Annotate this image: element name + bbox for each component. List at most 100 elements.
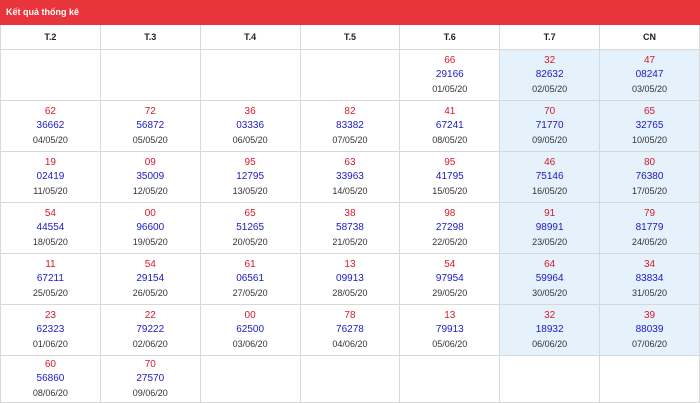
day-cell: 66 29166 01/05/20 [399,49,501,101]
empty-day-cell [299,355,401,403]
day-date: 02/05/20 [532,84,568,94]
day-date: 05/06/20 [432,339,468,349]
day-special-value: 95 [444,157,456,168]
day-special-value: 47 [643,55,656,66]
day-cell: 54 29154 26/05/20 [99,253,201,305]
weekday-header-row: T.2 T.3 T.4 T.5 T.6 T.7 CN [0,25,700,50]
day-date: 01/05/20 [432,84,468,94]
day-cell: 32 18932 06/06/20 [499,304,601,356]
day-result-number: 98991 [535,222,564,233]
day-date: 27/05/20 [232,288,268,298]
day-result-number: 56872 [136,120,165,131]
day-special-value: 23 [44,310,56,321]
day-result-number: 33963 [336,171,364,182]
day-date: 26/05/20 [132,288,168,298]
day-cell: 46 75146 16/05/20 [499,151,601,203]
day-special-value: 22 [144,310,156,321]
col-header-mon: T.2 [0,25,101,50]
day-date: 29/05/20 [432,288,468,298]
day-cell: 39 88039 07/06/20 [599,304,700,356]
day-cell: 78 76278 04/06/20 [299,304,401,356]
day-date: 06/05/20 [232,135,268,145]
day-cell: 38 58738 21/05/20 [299,202,401,254]
day-result-number: 06561 [236,273,265,284]
calendar-week-row: 62 36662 04/05/20 72 56872 05/05/20 36 03336 06/… [0,100,700,152]
empty-day-cell [499,355,601,403]
day-result-number: 62500 [236,324,265,335]
day-date: 16/05/20 [532,186,568,196]
day-special-value: 98 [444,208,456,219]
day-special-value: 65 [643,106,656,117]
stats-header-title: Kết quả thống kê [0,0,700,25]
day-cell: 72 56872 05/05/20 [99,100,201,152]
day-date: 13/05/20 [232,186,268,196]
calendar-week-row: 23 62323 01/06/20 22 79222 02/06/20 00 62500 03/… [0,304,700,356]
day-result-number: 35009 [136,171,165,182]
day-cell: 79 81779 24/05/20 [599,202,700,254]
day-date: 03/05/20 [632,84,668,94]
day-special-value: 13 [344,259,356,270]
day-date: 06/06/20 [532,339,568,349]
day-special-value: 78 [344,310,356,321]
day-result-number: 12795 [236,171,265,182]
day-cell: 09 35009 12/05/20 [99,151,201,203]
day-cell: 95 12795 13/05/20 [199,151,301,203]
col-header-wed: T.4 [199,25,301,50]
day-special-value: 34 [643,259,656,270]
day-cell: 47 08247 03/05/20 [599,49,700,101]
day-cell: 62 36662 04/05/20 [0,100,101,152]
calendar-week-row: 19 02419 11/05/20 09 35009 12/05/20 95 12795 13/… [0,151,700,203]
day-date: 18/05/20 [32,237,68,247]
day-result-number: 51265 [236,222,265,233]
day-result-number: 96600 [136,222,165,233]
day-cell: 95 41795 15/05/20 [399,151,501,203]
day-date: 07/05/20 [332,135,368,145]
day-special-value: 32 [544,55,556,66]
stats-calendar-table: T.2 T.3 T.4 T.5 T.6 T.7 CN 66 29166 01/05/… [0,25,700,403]
day-cell: 63 33963 14/05/20 [299,151,401,203]
day-date: 25/05/20 [32,288,68,298]
day-date: 21/05/20 [332,237,368,247]
day-special-value: 13 [444,310,456,321]
day-date: 07/06/20 [632,339,668,349]
day-special-value: 11 [45,259,56,270]
day-special-value: 95 [244,157,256,168]
day-special-value: 00 [144,208,156,219]
day-result-number: 83382 [336,120,364,131]
calendar-week-row: 54 44554 18/05/20 00 96600 19/05/20 65 51265 20/… [0,202,700,254]
day-result-number: 76380 [635,171,664,182]
day-date: 11/05/20 [33,186,68,196]
day-cell: 54 44554 18/05/20 [0,202,101,254]
day-date: 30/05/20 [532,288,568,298]
day-special-value: 54 [444,259,456,270]
day-special-value: 80 [643,157,656,168]
day-special-value: 62 [44,106,56,117]
empty-day-cell [199,355,301,403]
day-special-value: 00 [244,310,256,321]
day-cell: 54 97954 29/05/20 [399,253,501,305]
day-special-value: 38 [344,208,356,219]
day-cell: 32 82632 02/05/20 [499,49,601,101]
col-header-thu: T.5 [299,25,401,50]
day-special-value: 70 [144,359,156,370]
day-result-number: 56860 [36,373,65,384]
day-result-number: 08247 [635,69,664,80]
col-header-tue: T.3 [99,25,201,50]
day-date: 10/05/20 [632,135,668,145]
day-special-value: 54 [44,208,56,219]
day-special-value: 79 [643,208,656,219]
day-date: 09/06/20 [132,388,168,398]
col-header-sat: T.7 [499,25,601,50]
day-special-value: 72 [144,106,156,117]
day-date: 09/05/20 [532,135,568,145]
day-special-value: 19 [44,157,56,168]
day-special-value: 09 [144,157,156,168]
day-special-value: 65 [244,208,256,219]
day-result-number: 81779 [635,222,664,233]
day-special-value: 32 [544,310,556,321]
empty-day-cell [599,355,700,403]
day-special-value: 63 [344,157,356,168]
day-special-value: 64 [544,259,556,270]
day-result-number: 59964 [535,273,564,284]
day-result-number: 62323 [36,324,65,335]
